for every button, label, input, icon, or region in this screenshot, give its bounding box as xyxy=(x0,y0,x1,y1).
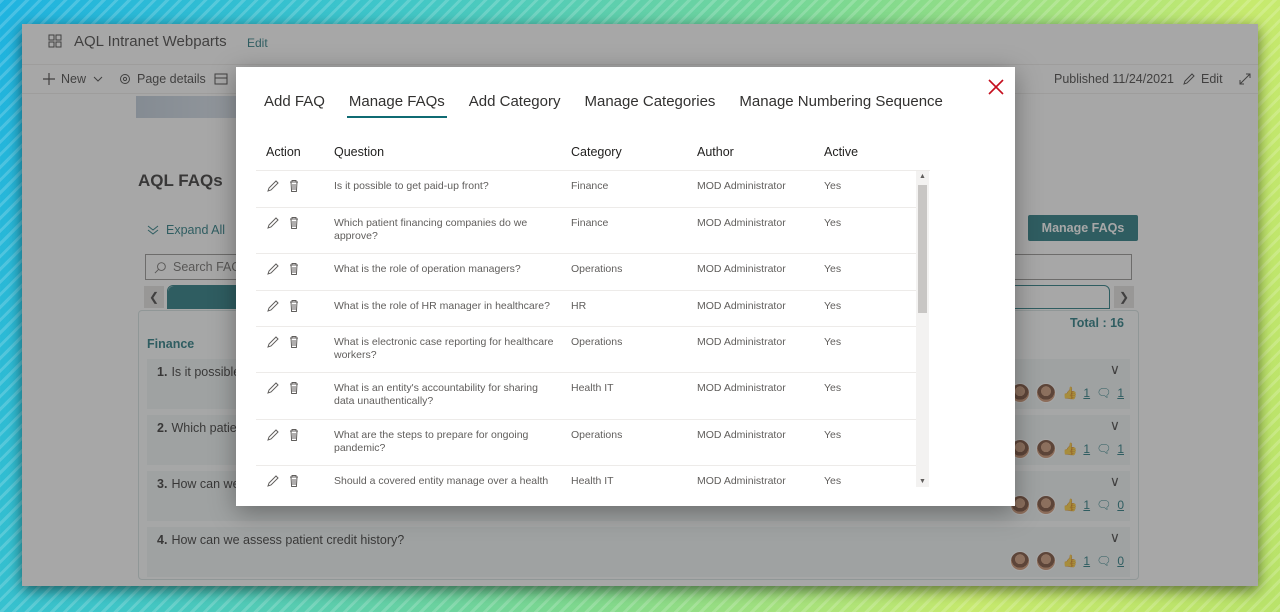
scroll-down-arrow[interactable]: ▼ xyxy=(919,478,926,485)
scrollbar-thumb[interactable] xyxy=(918,185,927,313)
table-row: What is the role of HR manager in health… xyxy=(256,291,916,327)
pencil-icon[interactable] xyxy=(266,381,280,395)
trash-icon[interactable] xyxy=(287,335,301,349)
table-row: What are the steps to prepare for ongoin… xyxy=(256,420,916,466)
pencil-icon[interactable] xyxy=(266,474,280,487)
row-question: What are the steps to prepare for ongoin… xyxy=(334,429,529,454)
table-scrollbar[interactable]: ▲ ▼ xyxy=(916,171,929,487)
row-active: Yes xyxy=(824,300,842,312)
table-row: What is an entity's accountability for s… xyxy=(256,373,916,420)
row-category: Operations xyxy=(571,336,623,348)
table-body: Is it possible to get paid-up front? Fin… xyxy=(256,171,916,487)
row-category: Operations xyxy=(571,429,623,441)
row-category: Finance xyxy=(571,180,609,192)
tab-manage-faqs[interactable]: Manage FAQs xyxy=(346,93,447,118)
tab-add-faq[interactable]: Add FAQ xyxy=(264,93,325,118)
row-active: Yes xyxy=(824,263,842,275)
trash-icon[interactable] xyxy=(287,179,301,193)
table-row: What is the role of operation managers? … xyxy=(256,254,916,291)
row-active: Yes xyxy=(824,429,842,441)
row-category: Health IT xyxy=(571,475,614,487)
pencil-icon[interactable] xyxy=(266,299,280,313)
row-category: Finance xyxy=(571,217,609,229)
table-header: Action Question Category Author Active xyxy=(256,137,930,171)
row-author: MOD Administrator xyxy=(697,180,786,192)
row-question: What is electronic case reporting for he… xyxy=(334,336,554,361)
dialog-tabs: Add FAQ Manage FAQs Add Category Manage … xyxy=(264,93,967,118)
row-category: Operations xyxy=(571,263,623,275)
row-active: Yes xyxy=(824,336,842,348)
column-author: Author xyxy=(697,145,734,159)
column-question: Question xyxy=(334,145,385,159)
row-category: Health IT xyxy=(571,382,614,394)
row-author: MOD Administrator xyxy=(697,263,786,275)
pencil-icon[interactable] xyxy=(266,428,280,442)
tab-manage-categories[interactable]: Manage Categories xyxy=(585,93,716,118)
row-author: MOD Administrator xyxy=(697,429,786,441)
trash-icon[interactable] xyxy=(287,428,301,442)
row-question: Should a covered entity manage over a he… xyxy=(334,475,549,487)
pencil-icon[interactable] xyxy=(266,179,280,193)
column-category: Category xyxy=(571,145,622,159)
column-action: Action xyxy=(266,145,301,159)
scroll-up-arrow[interactable]: ▲ xyxy=(919,173,926,180)
row-question: Which patient financing companies do we … xyxy=(334,217,528,242)
trash-icon[interactable] xyxy=(287,381,301,395)
close-icon[interactable] xyxy=(986,77,1006,97)
row-active: Yes xyxy=(824,475,842,487)
row-author: MOD Administrator xyxy=(697,475,786,487)
row-question: What is the role of operation managers? xyxy=(334,263,521,275)
pencil-icon[interactable] xyxy=(266,335,280,349)
row-active: Yes xyxy=(824,382,842,394)
table-row: Which patient financing companies do we … xyxy=(256,208,916,254)
pencil-icon[interactable] xyxy=(266,262,280,276)
row-active: Yes xyxy=(824,217,842,229)
row-author: MOD Administrator xyxy=(697,300,786,312)
row-author: MOD Administrator xyxy=(697,217,786,229)
trash-icon[interactable] xyxy=(287,299,301,313)
row-category: HR xyxy=(571,300,587,312)
row-question: Is it possible to get paid-up front? xyxy=(334,180,489,192)
row-question: What is an entity's accountability for s… xyxy=(334,382,538,407)
row-question: What is the role of HR manager in health… xyxy=(334,300,550,312)
trash-icon[interactable] xyxy=(287,262,301,276)
trash-icon[interactable] xyxy=(287,216,301,230)
manage-faqs-dialog: Add FAQ Manage FAQs Add Category Manage … xyxy=(236,67,1015,506)
row-active: Yes xyxy=(824,180,842,192)
column-active: Active xyxy=(824,145,859,159)
trash-icon[interactable] xyxy=(287,474,301,487)
tab-add-category[interactable]: Add Category xyxy=(469,93,561,118)
tab-manage-numbering-sequence[interactable]: Manage Numbering Sequence xyxy=(739,93,942,118)
table-row: Should a covered entity manage over a he… xyxy=(256,466,916,487)
table-row: What is electronic case reporting for he… xyxy=(256,327,916,373)
pencil-icon[interactable] xyxy=(266,216,280,230)
table-row: Is it possible to get paid-up front? Fin… xyxy=(256,171,916,208)
row-author: MOD Administrator xyxy=(697,382,786,394)
row-author: MOD Administrator xyxy=(697,336,786,348)
